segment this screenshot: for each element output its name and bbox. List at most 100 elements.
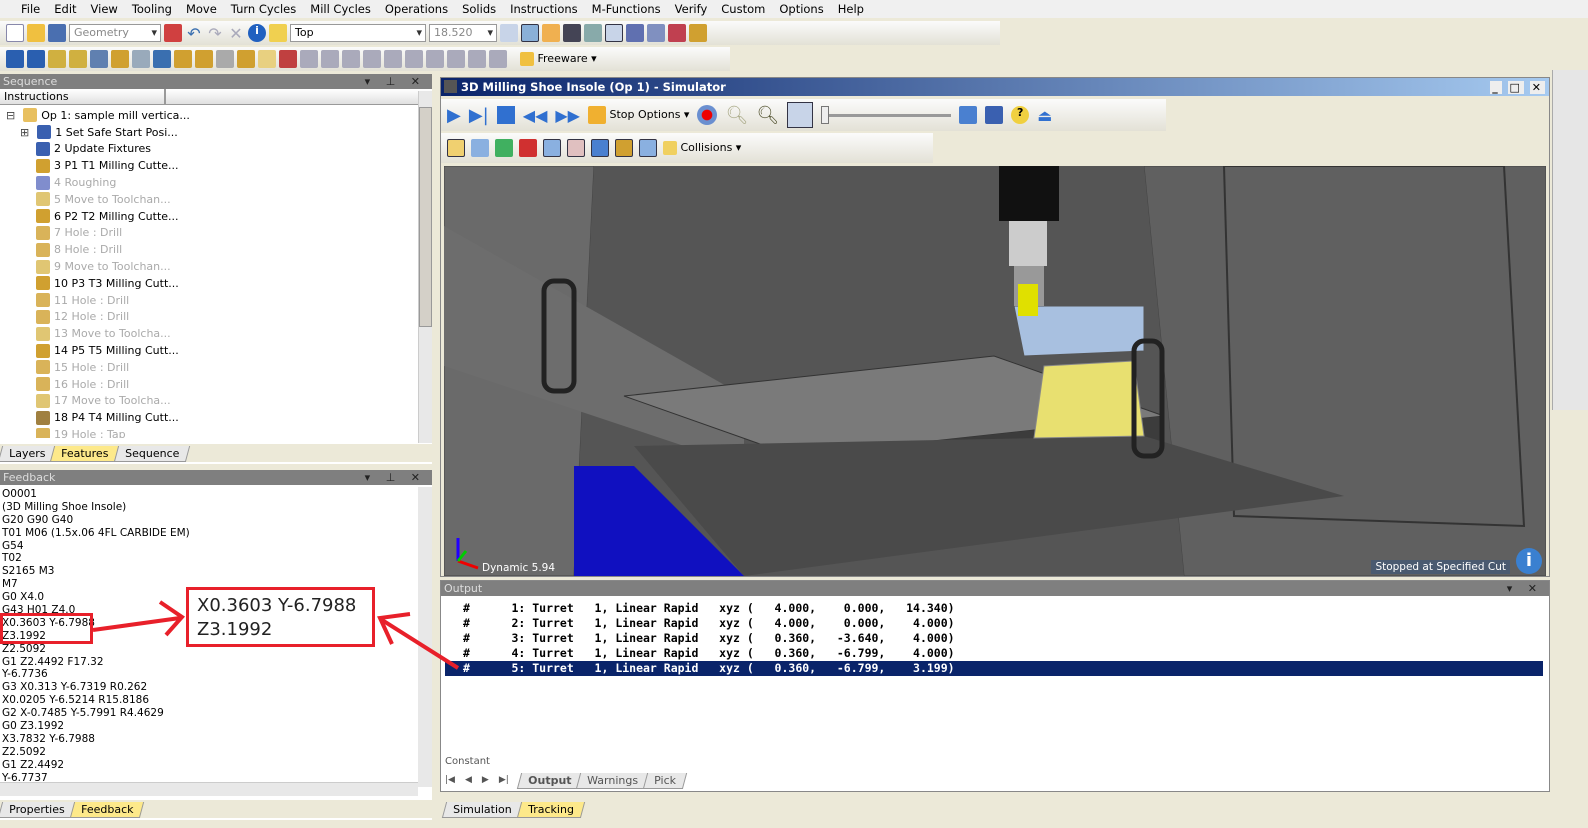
tree-item[interactable]: 19 Hole : Tap bbox=[0, 426, 432, 438]
hole-op-icon[interactable] bbox=[300, 50, 318, 68]
output-row[interactable]: # 2: Turret 1, Linear Rapid xyz ( 4.000,… bbox=[445, 616, 1543, 631]
zoom-combo[interactable]: 18.520 bbox=[429, 24, 497, 42]
tab-pick[interactable]: Pick bbox=[643, 773, 688, 789]
pocket-icon[interactable] bbox=[195, 50, 213, 68]
fixture-icon[interactable] bbox=[689, 24, 707, 42]
tree-item[interactable]: 9 Move to Toolchan... bbox=[0, 258, 432, 275]
layers-icon[interactable] bbox=[626, 24, 644, 42]
tree-item[interactable]: 16 Hole : Drill bbox=[0, 376, 432, 393]
output-tab-nav[interactable]: |◀ ◀ ▶ ▶| Output Warnings Pick bbox=[445, 771, 688, 789]
tab-output[interactable]: Output bbox=[516, 773, 583, 789]
play-button[interactable]: ▶ bbox=[447, 105, 461, 126]
tree-item[interactable]: 15 Hole : Drill bbox=[0, 359, 432, 376]
instructions-column-header[interactable]: Instructions bbox=[0, 89, 166, 105]
right-side-toolbar[interactable] bbox=[1552, 70, 1588, 410]
tree-item[interactable]: 4 Roughing bbox=[0, 174, 432, 191]
insert-icon[interactable] bbox=[237, 50, 255, 68]
link-icon[interactable] bbox=[153, 50, 171, 68]
spindle-icon[interactable] bbox=[584, 24, 602, 42]
tree-item[interactable]: 18 P4 T4 Milling Cutt... bbox=[0, 409, 432, 426]
menu-view[interactable]: View bbox=[84, 2, 125, 16]
menu-help[interactable]: Help bbox=[831, 2, 871, 16]
toolchange-icon[interactable] bbox=[48, 50, 66, 68]
hole-op-4-icon[interactable] bbox=[363, 50, 381, 68]
sequence-scrollbar[interactable] bbox=[418, 91, 432, 443]
rapid-down-icon[interactable] bbox=[6, 50, 24, 68]
menu-m-functions[interactable]: M-Functions bbox=[585, 2, 668, 16]
constant-option[interactable]: Constant bbox=[445, 757, 535, 769]
tree-item[interactable]: 12 Hole : Drill bbox=[0, 309, 432, 326]
show-holder-icon[interactable] bbox=[591, 139, 609, 157]
tree-item[interactable]: 11 Hole : Drill bbox=[0, 292, 432, 309]
view-combo[interactable]: Top bbox=[290, 24, 426, 42]
stop-button[interactable] bbox=[496, 106, 515, 124]
tab-tracking[interactable]: Tracking bbox=[516, 802, 585, 818]
tree-item[interactable]: 3 P1 T1 Milling Cutte... bbox=[0, 157, 432, 174]
menu-edit[interactable]: Edit bbox=[47, 2, 83, 16]
menu-operations[interactable]: Operations bbox=[378, 2, 455, 16]
output-row[interactable]: # 5: Turret 1, Linear Rapid xyz ( 0.360,… bbox=[445, 661, 1543, 676]
shape-icon[interactable] bbox=[542, 24, 560, 42]
tree-item[interactable]: 14 P5 T5 Milling Cutt... bbox=[0, 342, 432, 359]
minimize-button[interactable]: _ bbox=[1490, 81, 1502, 94]
freeware-button[interactable]: Freeware ▾ bbox=[520, 52, 597, 66]
menu-turn-cycles[interactable]: Turn Cycles bbox=[224, 2, 303, 16]
settings-gear-icon[interactable] bbox=[959, 106, 978, 124]
feedback-hscrollbar[interactable] bbox=[0, 782, 418, 796]
view-machine-icon[interactable] bbox=[543, 139, 561, 157]
panel-controls[interactable]: ▾ ⊥ ✕ bbox=[365, 74, 426, 89]
panel-controls[interactable]: ▾ ⊥ ✕ bbox=[365, 470, 426, 485]
tree-item[interactable]: 13 Move to Toolcha... bbox=[0, 325, 432, 342]
tree-item[interactable]: 5 Move to Toolchan... bbox=[0, 191, 432, 208]
eject-icon[interactable]: ⏏ bbox=[1037, 106, 1052, 125]
window-controls[interactable]: _ □ ✕ bbox=[1490, 79, 1545, 97]
menu-tooling[interactable]: Tooling bbox=[125, 2, 179, 16]
tab-warnings[interactable]: Warnings bbox=[576, 773, 650, 789]
cylinder-icon[interactable] bbox=[668, 24, 686, 42]
menu-mill-cycles[interactable]: Mill Cycles bbox=[303, 2, 378, 16]
home-icon[interactable] bbox=[69, 50, 87, 68]
speed-slider-thumb[interactable] bbox=[821, 106, 830, 124]
solid-view-icon[interactable] bbox=[521, 24, 539, 42]
tree-item[interactable]: ⊟ Op 1: sample mill vertica... bbox=[0, 107, 432, 124]
milling-cutter-icon[interactable] bbox=[111, 50, 129, 68]
tab-sequence[interactable]: Sequence bbox=[113, 446, 191, 462]
drill-icon[interactable] bbox=[279, 50, 297, 68]
menu-verify[interactable]: Verify bbox=[668, 2, 715, 16]
tab-layers[interactable]: Layers bbox=[0, 446, 57, 462]
help-pointer-icon[interactable] bbox=[269, 24, 287, 42]
speed-icon[interactable] bbox=[787, 102, 814, 128]
help-icon[interactable]: ? bbox=[1011, 106, 1030, 124]
new-file-icon[interactable] bbox=[6, 24, 24, 42]
undo-icon[interactable]: ↶ bbox=[185, 24, 203, 43]
tab-features[interactable]: Features bbox=[50, 446, 120, 462]
output-row[interactable]: # 1: Turret 1, Linear Rapid xyz ( 4.000,… bbox=[445, 601, 1543, 616]
tab-properties[interactable]: Properties bbox=[0, 802, 76, 818]
output-row[interactable]: # 4: Turret 1, Linear Rapid xyz ( 0.360,… bbox=[445, 646, 1543, 661]
tree-item[interactable]: 17 Move to Toolcha... bbox=[0, 393, 432, 410]
maximize-button[interactable]: □ bbox=[1507, 81, 1524, 94]
record-button[interactable] bbox=[697, 105, 718, 125]
view-fixture-icon[interactable] bbox=[567, 139, 585, 157]
info-icon[interactable]: i bbox=[248, 24, 266, 42]
gear-icon[interactable] bbox=[216, 50, 234, 68]
toolpath-icon[interactable] bbox=[519, 139, 537, 157]
tree-item[interactable]: 2 Update Fixtures bbox=[0, 141, 432, 158]
save-icon[interactable] bbox=[48, 24, 66, 42]
geometry-combo[interactable]: Geometry bbox=[69, 24, 161, 42]
machine-icon[interactable] bbox=[605, 24, 623, 42]
info-icon[interactable]: i bbox=[1516, 548, 1542, 574]
tree-item[interactable]: ⊞ 1 Set Safe Start Posi... bbox=[0, 124, 432, 141]
speed-slider[interactable] bbox=[821, 106, 952, 124]
menu-move[interactable]: Move bbox=[179, 2, 224, 16]
tool-holder-icon[interactable] bbox=[563, 24, 581, 42]
show-stock-icon[interactable] bbox=[447, 139, 465, 157]
show-spindle-icon[interactable] bbox=[639, 139, 657, 157]
stop-options-button[interactable]: Stop Options ▾ bbox=[587, 106, 689, 124]
close-button[interactable]: ✕ bbox=[1529, 81, 1545, 94]
rapid-side-icon[interactable] bbox=[27, 50, 45, 68]
collisions-button[interactable]: Collisions ▾ bbox=[663, 141, 741, 155]
stack-icon[interactable] bbox=[647, 24, 665, 42]
tab-simulation[interactable]: Simulation bbox=[441, 802, 523, 818]
nc-icon[interactable] bbox=[258, 50, 276, 68]
